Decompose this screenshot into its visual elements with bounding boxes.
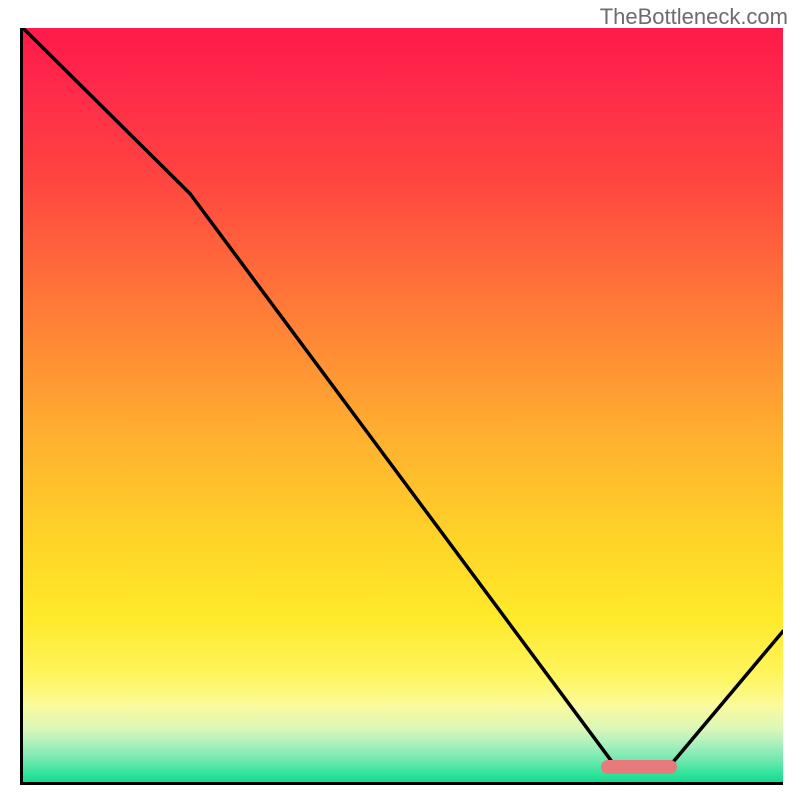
optimal-range-marker <box>601 760 677 774</box>
bottleneck-curve <box>23 28 783 782</box>
chart-container: TheBottleneck.com <box>0 0 800 800</box>
watermark-text: TheBottleneck.com <box>600 4 788 30</box>
plot-area <box>20 28 783 785</box>
